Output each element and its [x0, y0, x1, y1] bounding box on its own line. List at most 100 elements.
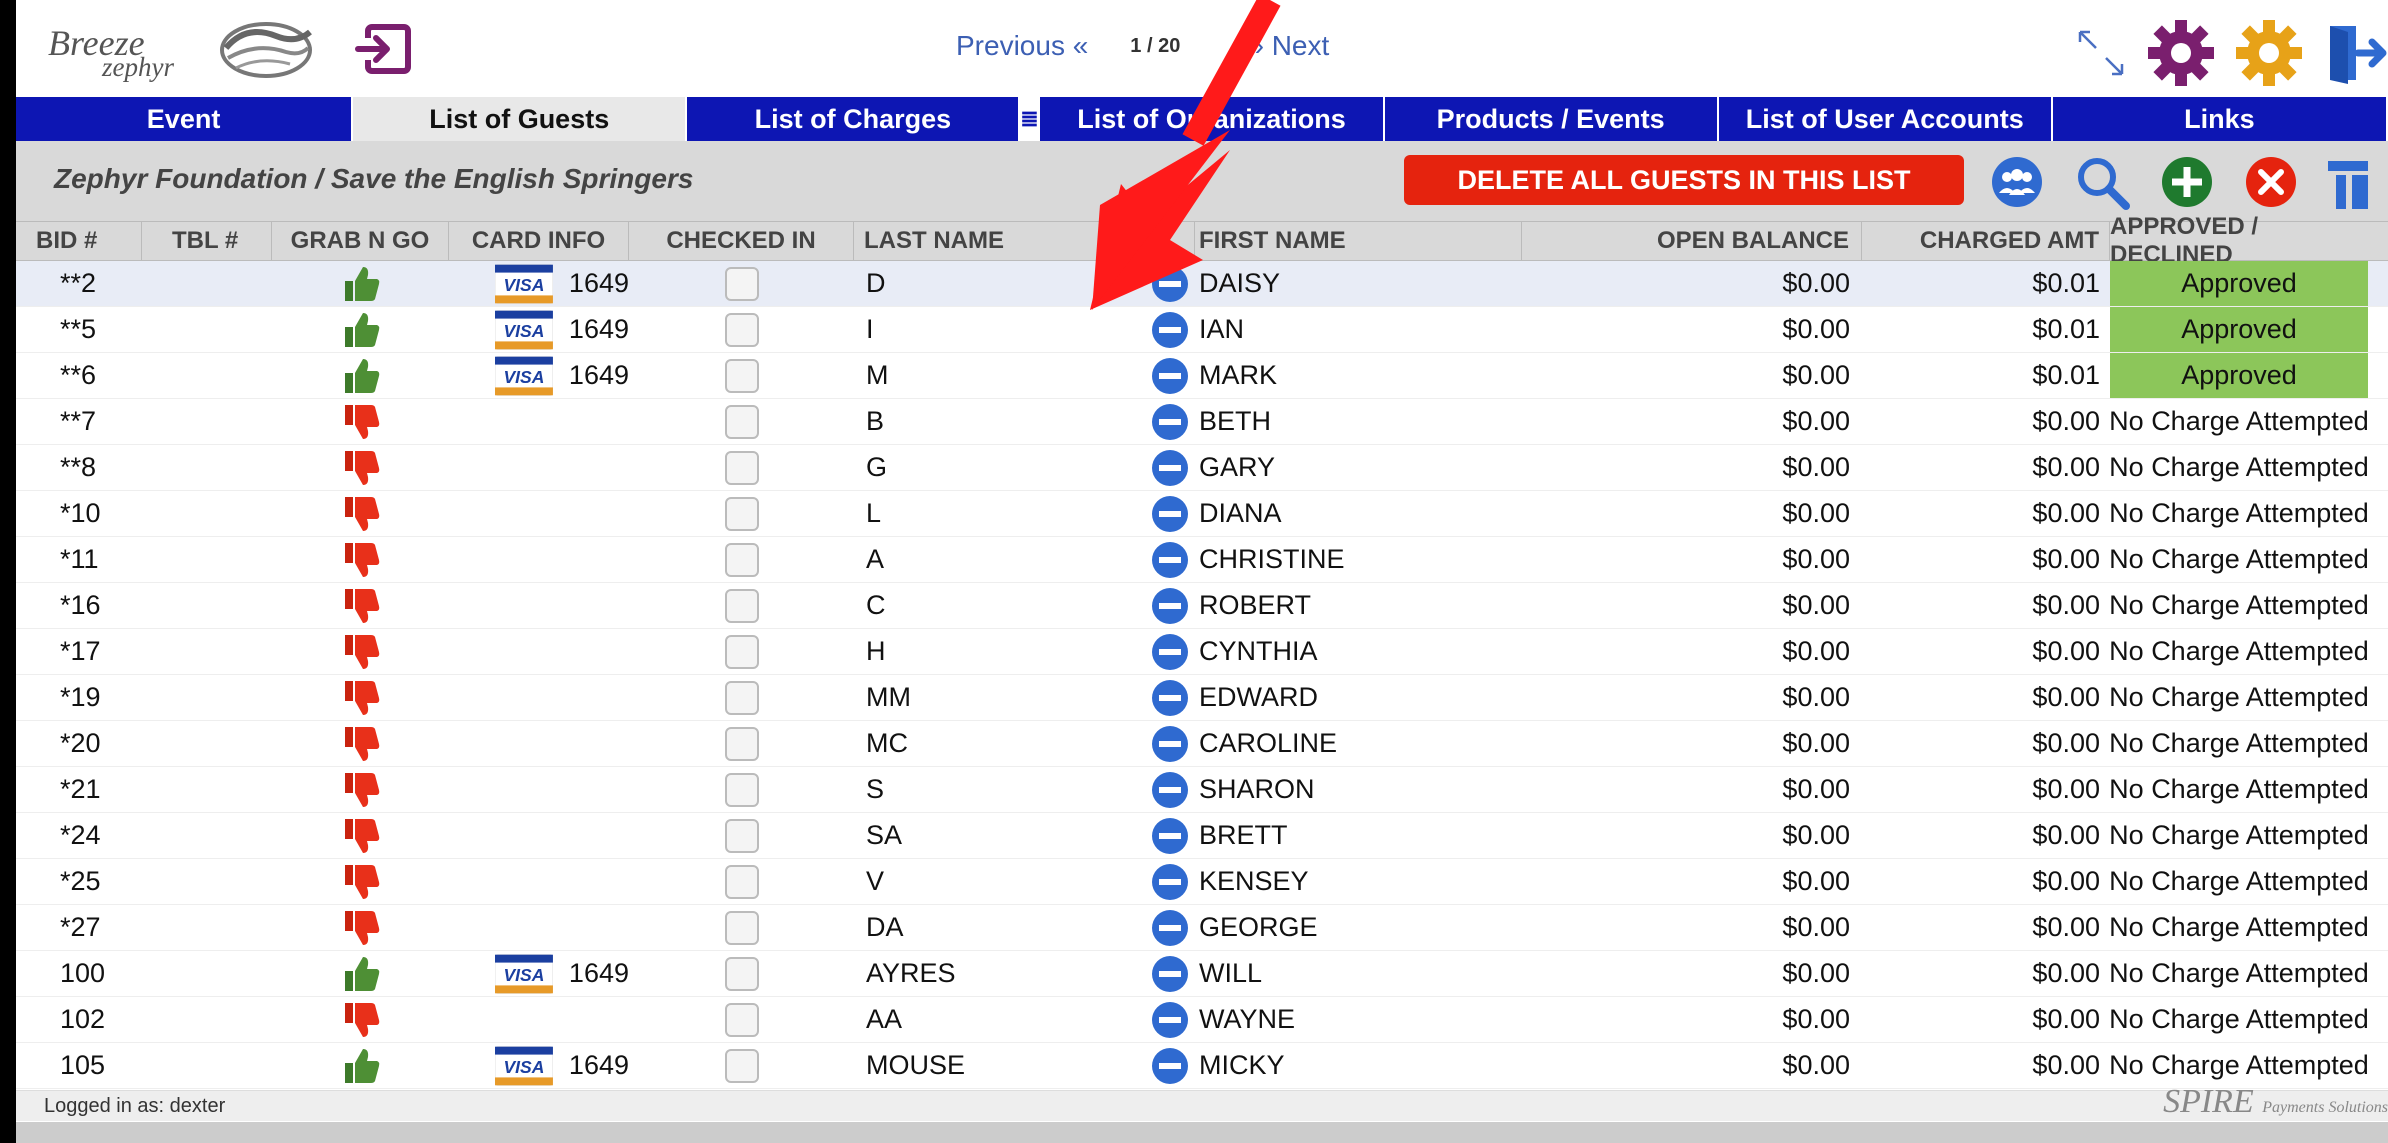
table-row[interactable]: **2 VISA 1649 D DAISY $0.00 $0.01 Approved	[16, 261, 2388, 307]
group-users-icon[interactable]	[1990, 155, 2044, 209]
table-row[interactable]: 105 VISA 1649 MOUSE MICKY $0.00 $0.00 No Charge…	[16, 1043, 2388, 1089]
table-row[interactable]: *11 A CHRISTINE $0.00 $0.00 No Charge Attempt…	[16, 537, 2388, 583]
grab-n-go-cell[interactable]	[272, 951, 449, 996]
remove-guest-cell[interactable]	[1145, 399, 1195, 444]
remove-guest-cell[interactable]	[1145, 675, 1195, 720]
table-row[interactable]: *24 SA BRETT $0.00 $0.00 No Charge Attempted	[16, 813, 2388, 859]
remove-guest-cell[interactable]	[1145, 721, 1195, 766]
checked-in-checkbox[interactable]	[724, 772, 759, 807]
grab-n-go-cell[interactable]	[272, 859, 449, 904]
checked-in-checkbox[interactable]	[724, 358, 759, 393]
table-row[interactable]: 100 VISA 1649 AYRES WILL $0.00 $0.00 No Charge …	[16, 951, 2388, 997]
header-charged-amt[interactable]: CHARGED AMT	[1862, 222, 2110, 260]
checked-in-checkbox[interactable]	[724, 312, 759, 347]
remove-guest-cell[interactable]	[1145, 1043, 1195, 1088]
table-row[interactable]: *27 DA GEORGE $0.00 $0.00 No Charge Attempted	[16, 905, 2388, 951]
grab-n-go-cell[interactable]	[272, 721, 449, 766]
login-icon[interactable]	[354, 24, 414, 76]
grab-n-go-cell[interactable]	[272, 629, 449, 674]
checked-in-checkbox[interactable]	[724, 588, 759, 623]
grab-n-go-cell[interactable]	[272, 997, 449, 1042]
settings-gear-icon[interactable]	[2234, 18, 2304, 88]
remove-guest-cell[interactable]	[1145, 537, 1195, 582]
columns-icon[interactable]	[2328, 155, 2368, 209]
checked-in-checkbox[interactable]	[724, 496, 759, 531]
add-guest-icon[interactable]	[2160, 155, 2214, 209]
grab-n-go-cell[interactable]	[272, 399, 449, 444]
grab-n-go-cell[interactable]	[272, 767, 449, 812]
grab-n-go-cell[interactable]	[272, 307, 449, 352]
grab-n-go-cell[interactable]	[272, 445, 449, 490]
table-row[interactable]: *16 C ROBERT $0.00 $0.00 No Charge Attempted	[16, 583, 2388, 629]
header-checked-in[interactable]: CHECKED IN	[629, 222, 854, 260]
table-row[interactable]: *17 H CYNTHIA $0.00 $0.00 No Charge Attempted	[16, 629, 2388, 675]
checked-in-checkbox[interactable]	[724, 266, 759, 301]
tab-list-of-organizations[interactable]: List of Organizations	[1040, 97, 1385, 141]
remove-guest-cell[interactable]	[1145, 951, 1195, 996]
checked-in-checkbox[interactable]	[724, 726, 759, 761]
remove-guest-cell[interactable]	[1145, 353, 1195, 398]
breeze-logo[interactable]: Breeze zephyr	[48, 18, 328, 88]
grab-n-go-cell[interactable]	[272, 491, 449, 536]
table-row[interactable]: 102 AA WAYNE $0.00 $0.00 No Charge Attempted	[16, 997, 2388, 1043]
grab-n-go-cell[interactable]	[272, 583, 449, 628]
table-row[interactable]: **5 VISA 1649 I IAN $0.00 $0.01 Approved	[16, 307, 2388, 353]
grab-n-go-cell[interactable]	[272, 905, 449, 950]
grab-n-go-cell[interactable]	[272, 1043, 449, 1088]
checked-in-checkbox[interactable]	[724, 542, 759, 577]
tab-event[interactable]: Event	[16, 97, 354, 141]
grab-n-go-cell[interactable]	[272, 353, 449, 398]
grab-n-go-cell[interactable]	[272, 675, 449, 720]
checked-in-checkbox[interactable]	[724, 910, 759, 945]
table-row[interactable]: *10 L DIANA $0.00 $0.00 No Charge Attempted	[16, 491, 2388, 537]
grab-n-go-cell[interactable]	[272, 813, 449, 858]
previous-link[interactable]: Previous «	[956, 30, 1088, 62]
logout-door-icon[interactable]	[2322, 20, 2388, 86]
header-open-balance[interactable]: OPEN BALANCE	[1522, 222, 1862, 260]
remove-guest-cell[interactable]	[1145, 445, 1195, 490]
grab-n-go-cell[interactable]	[272, 261, 449, 306]
tab-list-of-user-accounts[interactable]: List of User Accounts	[1719, 97, 2053, 141]
remove-guest-cell[interactable]	[1145, 859, 1195, 904]
table-row[interactable]: *25 V KENSEY $0.00 $0.00 No Charge Attempted	[16, 859, 2388, 905]
delete-all-guests-button[interactable]: DELETE ALL GUESTS IN THIS LIST	[1404, 155, 1964, 205]
table-row[interactable]: **8 G GARY $0.00 $0.00 No Charge Attempted	[16, 445, 2388, 491]
checked-in-checkbox[interactable]	[724, 1048, 759, 1083]
remove-guest-cell[interactable]	[1145, 307, 1195, 352]
header-first-name[interactable]: FIRST NAME	[1195, 222, 1522, 260]
header-card-info[interactable]: CARD INFO	[449, 222, 629, 260]
remove-guest-icon[interactable]	[2244, 155, 2298, 209]
checked-in-checkbox[interactable]	[724, 404, 759, 439]
menu-icon[interactable]: ≣	[1020, 97, 1041, 141]
table-row[interactable]: *21 S SHARON $0.00 $0.00 No Charge Attempted	[16, 767, 2388, 813]
remove-guest-cell[interactable]	[1145, 583, 1195, 628]
remove-guest-cell[interactable]	[1145, 997, 1195, 1042]
expand-arrows-icon[interactable]	[2074, 26, 2128, 80]
remove-guest-cell[interactable]	[1145, 261, 1195, 306]
header-grab-n-go[interactable]: GRAB N GO	[272, 222, 449, 260]
next-link[interactable]: » Next	[1248, 30, 1329, 62]
search-icon[interactable]	[2074, 154, 2130, 210]
checked-in-checkbox[interactable]	[724, 680, 759, 715]
remove-guest-cell[interactable]	[1145, 629, 1195, 674]
checked-in-checkbox[interactable]	[724, 450, 759, 485]
tab-products-events[interactable]: Products / Events	[1385, 97, 1719, 141]
tab-links[interactable]: Links	[2053, 97, 2388, 141]
header-last-name[interactable]: LAST NAME	[854, 222, 1195, 260]
checked-in-checkbox[interactable]	[724, 956, 759, 991]
table-row[interactable]: *19 MM EDWARD $0.00 $0.00 No Charge Attempted	[16, 675, 2388, 721]
checked-in-checkbox[interactable]	[724, 818, 759, 853]
header-tbl[interactable]: TBL #	[142, 222, 272, 260]
table-row[interactable]: *20 MC CAROLINE $0.00 $0.00 No Charge Attempt…	[16, 721, 2388, 767]
remove-guest-cell[interactable]	[1145, 905, 1195, 950]
tab-list-of-charges[interactable]: List of Charges	[687, 97, 1021, 141]
checked-in-checkbox[interactable]	[724, 634, 759, 669]
header-approved-declined[interactable]: APPROVED / DECLINED	[2110, 213, 2368, 268]
header-bid[interactable]: BID #	[16, 222, 142, 260]
admin-gear-icon[interactable]	[2146, 18, 2216, 88]
remove-guest-cell[interactable]	[1145, 491, 1195, 536]
table-row[interactable]: **7 B BETH $0.00 $0.00 No Charge Attempted	[16, 399, 2388, 445]
grab-n-go-cell[interactable]	[272, 537, 449, 582]
remove-guest-cell[interactable]	[1145, 767, 1195, 812]
checked-in-checkbox[interactable]	[724, 864, 759, 899]
